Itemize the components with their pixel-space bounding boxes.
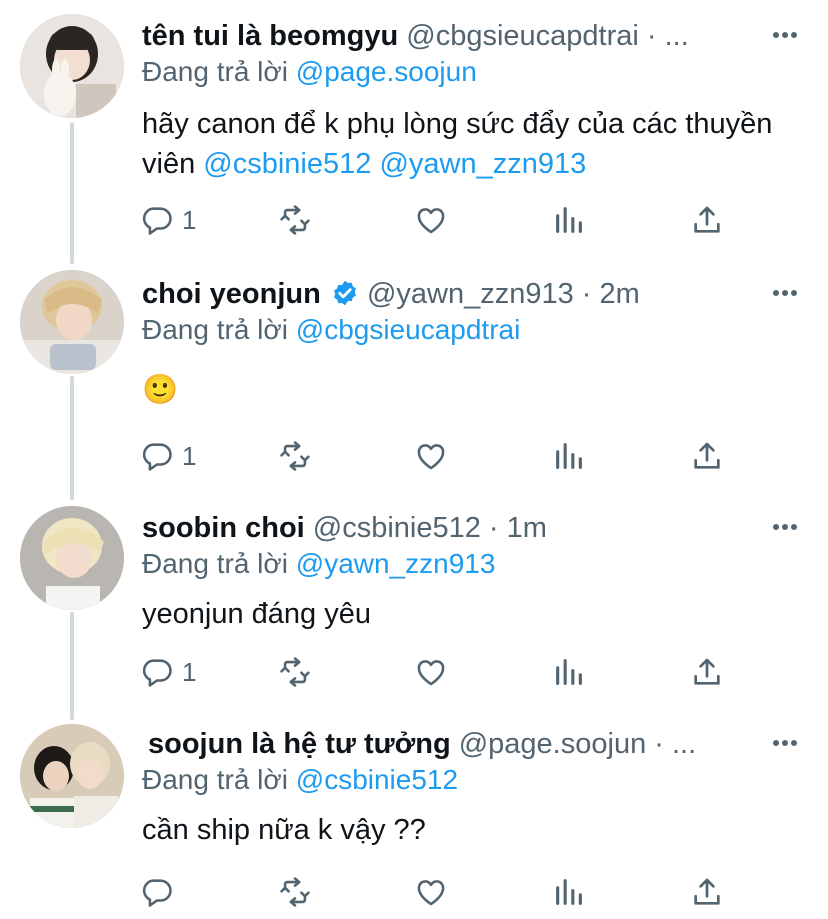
user-handle[interactable]: @page.soojun · ...	[459, 728, 696, 760]
retweet-button[interactable]	[278, 652, 312, 692]
tweet[interactable]: tên tui là beomgyu @cbgsieucapdtrai · ..…	[0, 0, 828, 260]
retweet-button[interactable]	[278, 200, 312, 240]
reply-button[interactable]: 1	[140, 652, 196, 692]
display-name[interactable]: soojun là hệ tư tưởng	[148, 728, 451, 760]
replying-to: Đang trả lời @cbgsieucapdtrai	[142, 310, 520, 350]
like-button[interactable]	[414, 436, 448, 476]
replying-to: Đang trả lời @yawn_zzn913	[142, 544, 495, 584]
tweet[interactable]: soobin choi @csbinie512 · 1m Đang trả lờ…	[0, 496, 828, 712]
action-bar: 1	[140, 436, 740, 476]
like-icon	[417, 208, 445, 234]
display-name[interactable]: tên tui là beomgyu	[142, 20, 398, 52]
action-bar	[140, 872, 740, 912]
mention-link[interactable]: @yawn_zzn913	[379, 148, 586, 180]
avatar-image	[20, 724, 124, 828]
tweet[interactable]: choi yeonjun @yawn_zzn913 · 2m Đang trả …	[0, 260, 828, 496]
replying-to: Đang trả lời @page.soojun	[142, 52, 477, 92]
tweet-header: tên tui là beomgyu @cbgsieucapdtrai · ..…	[142, 16, 689, 56]
like-button[interactable]	[414, 872, 448, 912]
reply-button[interactable]: 1	[140, 200, 196, 240]
avatar[interactable]	[20, 506, 124, 610]
avatar[interactable]	[20, 724, 124, 828]
reply-button[interactable]	[140, 872, 182, 912]
user-handle[interactable]: @cbgsieucapdtrai · ...	[406, 20, 689, 52]
tweet[interactable]: soojun là hệ tư tưởng @page.soojun · ...…	[0, 712, 828, 919]
reply-count: 1	[182, 440, 197, 471]
replying-to-label: Đang trả lời	[142, 56, 296, 87]
tweet-text-content: 🙂	[142, 374, 179, 406]
analytics-icon	[556, 443, 582, 469]
more-icon[interactable]	[772, 30, 798, 40]
replying-to-mention[interactable]: @cbgsieucapdtrai	[296, 314, 521, 345]
tweet-text-content: cần ship nữa k vậy ??	[142, 814, 426, 846]
analytics-button[interactable]	[552, 436, 586, 476]
reply-count: 1	[182, 204, 197, 235]
user-handle[interactable]: @yawn_zzn913 · 2m	[367, 278, 640, 310]
replying-to-label: Đang trả lời	[142, 764, 296, 795]
tweet-header: soobin choi @csbinie512 · 1m	[142, 508, 547, 548]
analytics-button[interactable]	[552, 652, 586, 692]
retweet-button[interactable]	[278, 872, 312, 912]
action-bar: 1	[140, 652, 740, 692]
replying-to: Đang trả lời @csbinie512	[142, 760, 458, 800]
mention-link[interactable]: @csbinie512	[203, 148, 371, 180]
share-button[interactable]	[690, 872, 724, 912]
tweet-header: choi yeonjun @yawn_zzn913 · 2m	[142, 274, 640, 314]
display-name[interactable]: soobin choi	[142, 512, 305, 544]
tweet-text: yeonjun đáng yêu	[142, 594, 782, 634]
avatar-image	[20, 506, 124, 610]
share-icon	[694, 442, 720, 469]
share-button[interactable]	[690, 436, 724, 476]
like-button[interactable]	[414, 652, 448, 692]
analytics-icon	[556, 879, 582, 905]
analytics-icon	[556, 207, 582, 233]
avatar[interactable]	[20, 14, 124, 118]
more-icon[interactable]	[772, 738, 798, 748]
replying-to-label: Đang trả lời	[142, 548, 296, 579]
share-icon	[694, 206, 720, 233]
replying-to-mention[interactable]: @page.soojun	[296, 56, 477, 87]
like-button[interactable]	[414, 200, 448, 240]
replying-to-mention[interactable]: @yawn_zzn913	[296, 548, 496, 579]
analytics-button[interactable]	[552, 200, 586, 240]
share-button[interactable]	[690, 652, 724, 692]
retweet-button[interactable]	[278, 436, 312, 476]
verified-badge-icon	[333, 280, 356, 306]
like-icon	[417, 660, 445, 686]
retweet-icon	[280, 441, 310, 471]
user-handle[interactable]: @csbinie512 · 1m	[313, 512, 547, 544]
retweet-icon	[280, 205, 310, 235]
share-icon	[694, 878, 720, 905]
like-icon	[417, 444, 445, 470]
more-icon[interactable]	[772, 288, 798, 298]
tweet-text: 🙂	[142, 370, 782, 410]
replying-to-label: Đang trả lời	[142, 314, 296, 345]
reply-count: 1	[182, 656, 197, 687]
reply-icon	[142, 443, 172, 471]
avatar-image	[20, 14, 124, 118]
avatar[interactable]	[20, 270, 124, 374]
action-bar: 1	[140, 200, 740, 240]
tweet-text: cần ship nữa k vậy ??	[142, 810, 782, 850]
replying-to-mention[interactable]: @csbinie512	[296, 764, 458, 795]
retweet-icon	[280, 657, 310, 687]
reply-icon	[142, 207, 172, 235]
analytics-icon	[556, 659, 582, 685]
share-icon	[694, 658, 720, 685]
like-icon	[417, 880, 445, 906]
tweet-header: soojun là hệ tư tưởng @page.soojun · ...	[148, 724, 696, 764]
reply-icon	[142, 659, 172, 687]
avatar-image	[20, 270, 124, 374]
analytics-button[interactable]	[552, 872, 586, 912]
retweet-icon	[280, 877, 310, 907]
tweet-text: hãy canon để k phụ lòng sức đẩy của các …	[142, 104, 782, 184]
display-name[interactable]: choi yeonjun	[142, 278, 321, 310]
more-icon[interactable]	[772, 522, 798, 532]
tweet-text-content: yeonjun đáng yêu	[142, 598, 371, 630]
reply-button[interactable]: 1	[140, 436, 196, 476]
reply-icon	[142, 879, 172, 907]
share-button[interactable]	[690, 200, 724, 240]
